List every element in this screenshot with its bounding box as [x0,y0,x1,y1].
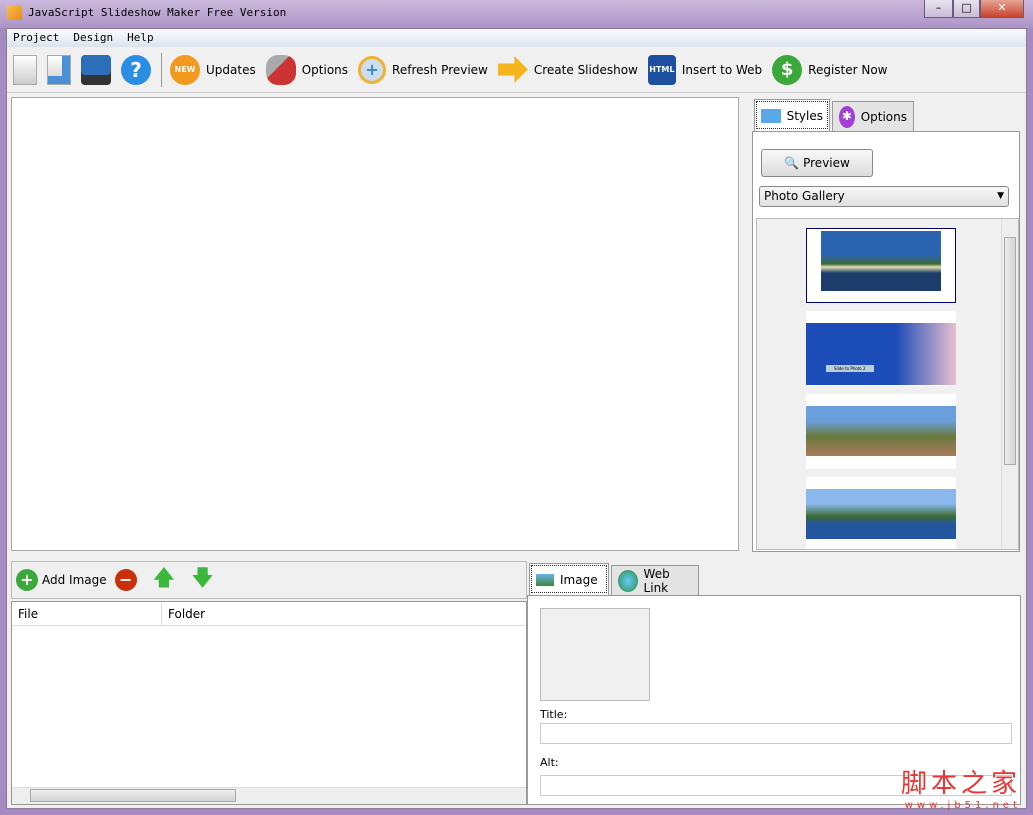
blossom-image: Slide to Photo 2 [806,323,956,385]
tab-options-label: Options [860,109,907,124]
tab-options[interactable]: ✱ Options [832,101,914,131]
tab-styles[interactable]: Styles [754,99,830,131]
preview-label: Preview [803,156,850,170]
style-thumb-island[interactable] [806,477,956,549]
new-badge-icon: NEW [170,54,200,85]
create-slideshow-button[interactable]: Create Slideshow [497,55,638,85]
styles-panel: Styles ✱ Options 🔍 Preview Photo Gallery ▼ … [752,97,1020,552]
tab-image-label: Image [560,572,598,587]
style-thumb-blossom[interactable]: Slide to Photo 2 [806,311,956,386]
help-icon: ? [121,54,151,85]
title-input[interactable] [540,723,1012,744]
main-window: Project Design Help ? NEW Updates Options… [6,28,1027,809]
new-button[interactable] [13,54,37,85]
menu-help[interactable]: Help [127,29,154,47]
html-icon: HTML [647,54,676,85]
style-select[interactable]: Photo Gallery ▼ [759,186,1009,207]
wrench-icon [265,54,296,85]
tab-styles-label: Styles [786,108,823,123]
watermark-text: 脚本之家 [900,769,1021,799]
close-button[interactable]: ✕ [980,0,1024,18]
window-title: JavaScript Slideshow Maker Free Version [28,6,287,19]
toolbar-separator [161,52,162,87]
save-icon [81,54,111,85]
insert-label: Insert to Web [681,62,763,77]
options-button[interactable]: Options [265,54,349,85]
gear-icon: ✱ [839,105,855,128]
app-icon [7,5,22,20]
magnifier-plus-icon: + [358,55,387,84]
style-thumb-photo-gallery[interactable] [806,228,956,303]
image-thumbnail-placeholder [540,608,650,701]
island-image [806,489,956,539]
chevron-down-icon: ▼ [997,191,1004,201]
column-folder[interactable]: Folder [162,602,205,625]
watermark: 脚本之家 www.jb51.net [901,763,1021,811]
create-label: Create Slideshow [533,62,638,77]
arrow-right-icon [497,56,528,83]
thumb-caption: Slide to Photo 2 [826,365,874,372]
style-select-value: Photo Gallery [764,189,845,203]
image-list-panel: + Add Image − 🡅 🡇 File Folder [11,561,527,805]
style-thumb-trees[interactable] [806,394,956,469]
updates-button[interactable]: NEW Updates [170,54,256,85]
remove-image-button[interactable]: − [114,569,137,591]
new-file-icon [13,54,37,85]
toolbar: ? NEW Updates Options + Refresh Preview Cr… [7,47,1026,93]
image-list: File Folder [11,601,527,805]
dollar-icon: $ [772,54,803,85]
menu-design[interactable]: Design [73,29,113,47]
options-label: Options [301,62,349,77]
register-now-button[interactable]: $ Register Now [772,54,888,85]
ferry-image [821,231,941,291]
help-button[interactable]: ? [121,54,151,85]
add-image-button[interactable]: + Add Image [16,569,107,591]
insert-to-web-button[interactable]: HTML Insert to Web [647,54,763,85]
save-button[interactable] [81,54,111,85]
globe-icon [618,569,638,592]
title-label: Title: [540,708,568,721]
slideshow-preview-area[interactable] [11,97,739,551]
magnifier-icon: 🔍 [784,156,800,170]
column-file[interactable]: File [12,602,162,625]
image-icon [536,573,554,586]
list-header: File Folder [12,602,526,626]
image-list-toolbar: + Add Image − 🡅 🡇 [11,561,527,599]
refresh-preview-button[interactable]: + Refresh Preview [358,55,488,84]
styles-tab-content: 🔍 Preview Photo Gallery ▼ Slide to Photo 2 [752,131,1020,552]
move-up-button[interactable]: 🡅 [153,561,176,599]
menu-project[interactable]: Project [13,29,59,47]
move-down-button[interactable]: 🡇 [191,561,214,599]
plus-icon: + [16,569,38,591]
tab-web-link[interactable]: Web Link [611,565,699,595]
maximize-button[interactable]: □ [953,0,980,18]
alt-label: Alt: [540,756,559,769]
tab-image[interactable]: Image [529,563,609,595]
preview-button[interactable]: 🔍 Preview [761,149,873,177]
add-image-label: Add Image [42,573,107,587]
minimize-button[interactable]: – [924,0,953,18]
open-file-icon [47,54,71,85]
scrollbar-thumb[interactable] [1004,237,1016,465]
title-bar: JavaScript Slideshow Maker Free Version … [0,0,1033,28]
style-gallery: Slide to Photo 2 [756,218,1019,550]
tab-web-link-label: Web Link [643,566,670,595]
menu-bar: Project Design Help [7,29,1026,47]
scrollbar-thumb[interactable] [30,789,236,802]
open-button[interactable] [47,54,71,85]
refresh-label: Refresh Preview [392,62,488,77]
list-horizontal-scrollbar[interactable] [12,787,526,804]
folder-icon [761,108,781,123]
gallery-scrollbar[interactable] [1001,219,1018,549]
trees-image [806,406,956,456]
watermark-url: www.jb51.net [904,800,1021,811]
register-label: Register Now [808,62,888,77]
updates-label: Updates [206,62,256,77]
